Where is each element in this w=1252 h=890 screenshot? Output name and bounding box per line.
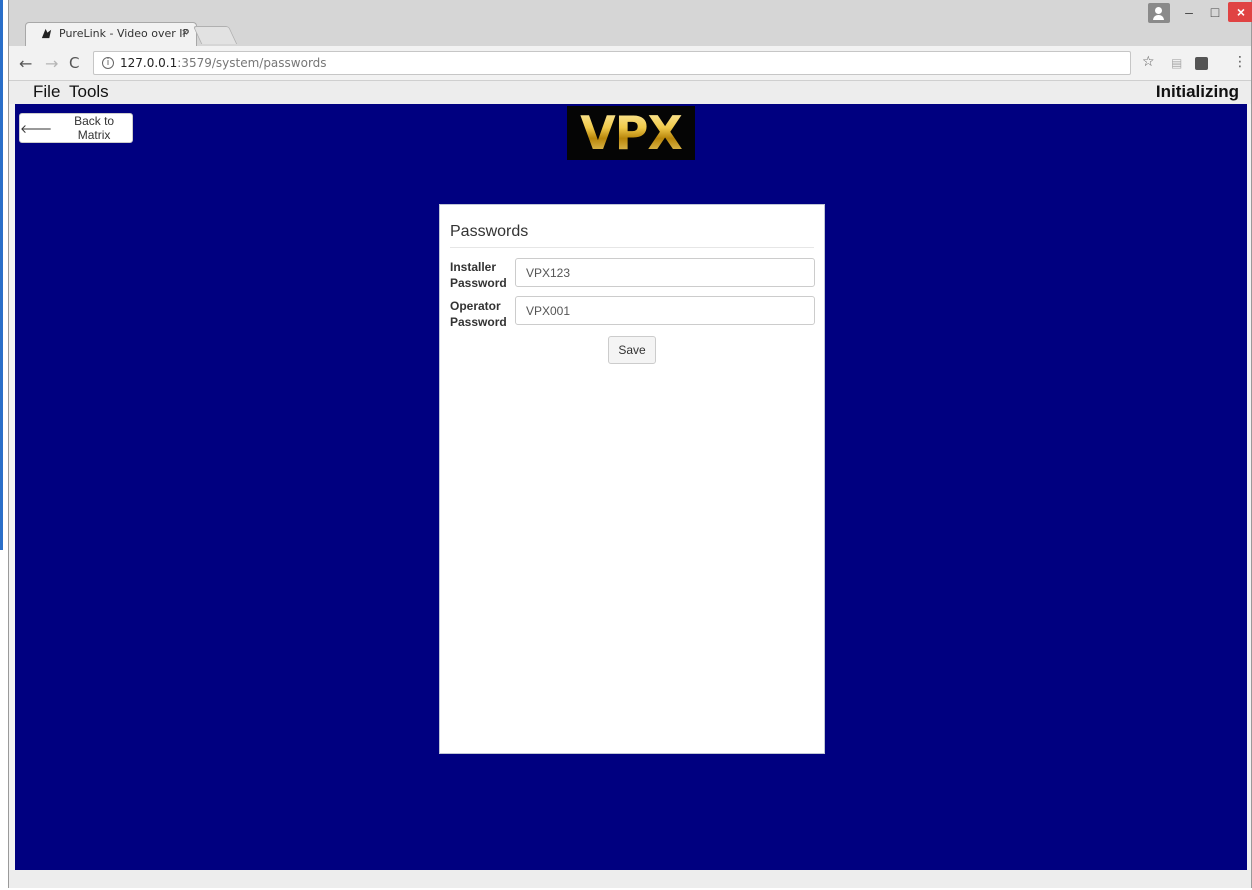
close-window-button[interactable]: × [1228,2,1252,22]
browser-menu-icon[interactable]: ⋮ [1233,54,1247,70]
back-button-label: Back to Matrix [74,114,115,142]
app-menu-bar: File Tools Initializing [9,81,1251,104]
tab-title: PureLink - Video over IP [59,27,190,40]
url-host: 127.0.0.1 [120,56,178,70]
browser-window: PureLink - Video over IP × – □ × ← → C i… [8,0,1252,888]
status-text: Initializing [1155,82,1239,101]
browser-tab[interactable]: PureLink - Video over IP × [25,22,197,46]
maximize-button[interactable]: □ [1202,2,1228,22]
back-to-matrix-button[interactable]: 🡐 Back to Matrix [19,113,133,143]
forward-arrow-icon[interactable]: → [45,54,58,73]
installer-password-input[interactable] [515,258,815,287]
save-button[interactable]: Save [608,336,656,364]
purelink-favicon-icon [41,28,52,39]
title-bar: PureLink - Video over IP × – □ × [9,0,1252,46]
minimize-button[interactable]: – [1176,2,1202,22]
tab-close-icon[interactable]: × [182,27,188,39]
logo-text: VPX [580,106,683,160]
extension-square-icon[interactable] [1195,57,1208,70]
bookmark-star-icon[interactable]: ☆ [1142,54,1155,70]
passwords-panel: Passwords Installer Password Operator Pa… [439,204,825,754]
arrow-left-icon: 🡐 [20,121,53,136]
user-profile-icon[interactable] [1148,3,1170,23]
panel-title: Passwords [450,223,529,240]
menu-tools[interactable]: Tools [69,82,109,102]
operator-password-input[interactable] [515,296,815,325]
info-icon[interactable]: i [102,57,114,69]
bottom-bar [9,870,1251,888]
installer-password-label: Installer Password [450,260,507,290]
menu-file[interactable]: File [33,82,60,102]
tab-content: PureLink - Video over IP [40,27,189,40]
address-bar[interactable]: i 127.0.0.1:3579/system/passwords [93,51,1131,75]
reload-icon[interactable]: C [69,54,79,72]
url-path: :3579/system/passwords [177,56,327,70]
new-tab-button[interactable] [192,26,238,44]
operator-password-label: Operator Password [450,299,507,329]
browser-toolbar: ← → C i 127.0.0.1:3579/system/passwords … [9,46,1251,81]
back-arrow-icon[interactable]: ← [19,54,32,73]
desktop-edge [0,0,3,550]
app-content: 🡐 Back to Matrix VPX Passwords Installer… [15,104,1247,870]
extension-icon[interactable]: ▤ [1171,56,1182,70]
panel-divider [450,247,814,248]
vpx-logo: VPX [567,106,695,160]
